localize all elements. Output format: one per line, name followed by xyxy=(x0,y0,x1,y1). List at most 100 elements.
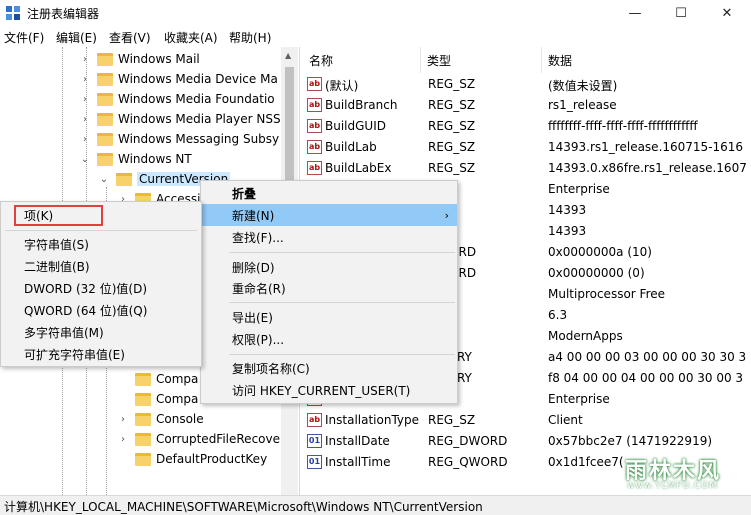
chevron-right-icon[interactable]: › xyxy=(80,114,90,125)
watermark-logo: 雨林木风 www.YLMFU.COM xyxy=(617,449,747,495)
table-row[interactable]: ab InstallationType REG_SZ Client xyxy=(303,410,751,431)
chevron-right-icon[interactable]: › xyxy=(80,94,90,105)
cell-name: BuildBranch xyxy=(325,98,398,112)
ctx-export[interactable]: 导出(E) xyxy=(201,306,457,328)
chevron-down-icon[interactable]: ⌄ xyxy=(80,154,90,165)
cell-data: ModernApps xyxy=(548,329,623,343)
table-row[interactable]: ab BuildGUID REG_SZ ffffffff-ffff-ffff-ffff… xyxy=(303,116,751,137)
chevron-right-icon[interactable]: › xyxy=(80,54,90,65)
ctx-collapse[interactable]: 折叠 xyxy=(201,182,457,204)
ctx-find[interactable]: 查找(F)... xyxy=(201,226,457,248)
cell-data: Client xyxy=(548,413,583,427)
tree-item[interactable]: DefaultProductKey xyxy=(118,449,267,469)
regedit-app-icon xyxy=(6,6,20,20)
tree-item-label: Compa xyxy=(156,372,199,386)
cell-data: 14393 xyxy=(548,224,587,238)
column-header-data[interactable]: 数据 xyxy=(542,47,751,73)
new-multi-string-value[interactable]: 多字符串值(M) xyxy=(1,321,201,343)
folder-icon xyxy=(135,452,151,466)
table-row[interactable]: ab BuildLabEx REG_SZ 14393.0.x86fre.rs1_rel… xyxy=(303,158,751,179)
cell-type: REG_SZ xyxy=(428,413,476,427)
cell-data: 14393 xyxy=(548,203,587,217)
new-expandable-string-value[interactable]: 可扩充字符串值(E) xyxy=(1,343,201,365)
tree-item-label: Windows Media Foundatio xyxy=(118,92,275,106)
submenu-arrow-icon: › xyxy=(444,208,449,222)
tree-item[interactable]: › Windows Media Player NSS xyxy=(80,109,281,129)
tree-item[interactable]: › Windows Media Foundatio xyxy=(80,89,275,109)
table-row[interactable]: ab BuildLab REG_SZ 14393.rs1_release.160715… xyxy=(303,137,751,158)
highlight-box xyxy=(14,205,103,226)
tree-item[interactable]: ⌄ Windows NT xyxy=(80,149,192,169)
cell-name: BuildLabEx xyxy=(325,161,392,175)
cell-data: 14393.0.x86fre.rs1_release.1607 xyxy=(548,161,747,175)
tree-item-label: Windows Messaging Subsy xyxy=(118,132,280,146)
cell-name: BuildLab xyxy=(325,140,377,154)
cell-data: 14393.rs1_release.160715-1616 xyxy=(548,140,744,154)
tree-item[interactable]: › Console xyxy=(118,409,204,429)
chevron-right-icon[interactable]: › xyxy=(80,74,90,85)
tree-item-label: Console xyxy=(156,412,204,426)
chevron-right-icon[interactable]: › xyxy=(118,414,128,425)
string-value-icon: ab xyxy=(307,119,322,133)
ctx-delete[interactable]: 删除(D) xyxy=(201,256,457,278)
menu-help[interactable]: 帮助(H) xyxy=(229,29,271,46)
ctx-new[interactable]: 新建(N) › xyxy=(201,204,457,226)
string-value-icon: ab xyxy=(307,413,322,427)
column-header-name[interactable]: 名称 xyxy=(303,47,421,73)
tree-item-label: Windows Mail xyxy=(118,52,200,66)
ctx-rename[interactable]: 重命名(R) xyxy=(201,277,457,299)
tree-item-label: CorruptedFileRecove xyxy=(156,432,280,446)
tree-item[interactable]: › Windows Media Device Ma xyxy=(80,69,278,89)
string-value-icon: ab xyxy=(307,161,322,175)
cell-name: InstallDate xyxy=(325,434,390,448)
menu-edit[interactable]: 编辑(E) xyxy=(56,29,97,46)
folder-icon xyxy=(97,52,113,66)
minimize-button[interactable]: — xyxy=(612,0,658,26)
ctx-copy-key-name[interactable]: 复制项名称(C) xyxy=(201,357,457,379)
context-menu: 折叠 新建(N) › 查找(F)... 删除(D) 重命名(R) 导出(E) 权… xyxy=(200,180,458,404)
title-bar: 注册表编辑器 — ☐ ✕ xyxy=(0,0,751,26)
scroll-up-icon[interactable]: ▲ xyxy=(285,51,291,60)
chevron-right-icon[interactable]: › xyxy=(118,434,128,445)
close-button[interactable]: ✕ xyxy=(704,0,750,26)
scrollbar-thumb[interactable] xyxy=(285,67,294,187)
menu-view[interactable]: 查看(V) xyxy=(109,29,151,46)
new-binary-value[interactable]: 二进制值(B) xyxy=(1,255,201,277)
chevron-down-icon[interactable]: ⌄ xyxy=(99,174,109,185)
binary-value-icon: 01 xyxy=(307,434,322,448)
new-dword-value[interactable]: DWORD (32 位)值(D) xyxy=(1,277,201,299)
status-bar: 计算机\HKEY_LOCAL_MACHINE\SOFTWARE\Microsof… xyxy=(0,495,751,515)
cell-data: rs1_release xyxy=(548,98,617,112)
cell-data: 0x00000000 (0) xyxy=(548,266,645,280)
cell-type: REG_SZ xyxy=(428,140,476,154)
watermark-url: www.YLMFU.COM xyxy=(627,481,719,491)
folder-icon xyxy=(135,412,151,426)
cell-name: BuildGUID xyxy=(325,119,386,133)
ctx-permissions[interactable]: 权限(P)... xyxy=(201,328,457,350)
table-row[interactable]: ab (默认) REG_SZ (数值未设置) xyxy=(303,74,751,95)
tree-item[interactable]: › CorruptedFileRecove xyxy=(118,429,280,449)
tree-item[interactable]: › Windows Mail xyxy=(80,49,200,69)
tree-item-label: Windows NT xyxy=(118,152,192,166)
maximize-button[interactable]: ☐ xyxy=(658,0,704,26)
table-row[interactable]: ab BuildBranch REG_SZ rs1_release xyxy=(303,95,751,116)
tree-item[interactable]: Compa xyxy=(118,369,198,389)
menu-separator xyxy=(229,354,455,355)
folder-icon xyxy=(97,112,113,126)
menu-bar: 文件(F) 编辑(E) 查看(V) 收藏夹(A) 帮助(H) xyxy=(0,26,751,47)
chevron-right-icon[interactable]: › xyxy=(80,134,90,145)
column-header-type[interactable]: 类型 xyxy=(421,47,542,73)
tree-item-label: Compa xyxy=(156,392,199,406)
new-string-value[interactable]: 字符串值(S) xyxy=(1,233,201,255)
cell-name: (默认) xyxy=(325,79,359,93)
tree-item[interactable]: › Windows Messaging Subsy xyxy=(80,129,279,149)
ctx-new-label: 新建(N) xyxy=(232,208,275,223)
menu-separator xyxy=(229,302,455,303)
menu-file[interactable]: 文件(F) xyxy=(4,29,44,46)
cell-name: InstallationType xyxy=(325,413,420,427)
tree-item[interactable]: Compa xyxy=(118,389,198,409)
menu-favorites[interactable]: 收藏夹(A) xyxy=(164,29,218,46)
new-qword-value[interactable]: QWORD (64 位)值(Q) xyxy=(1,299,201,321)
cell-data: Enterprise xyxy=(548,392,610,406)
ctx-goto-hkcu[interactable]: 访问 HKEY_CURRENT_USER(T) xyxy=(201,379,457,401)
